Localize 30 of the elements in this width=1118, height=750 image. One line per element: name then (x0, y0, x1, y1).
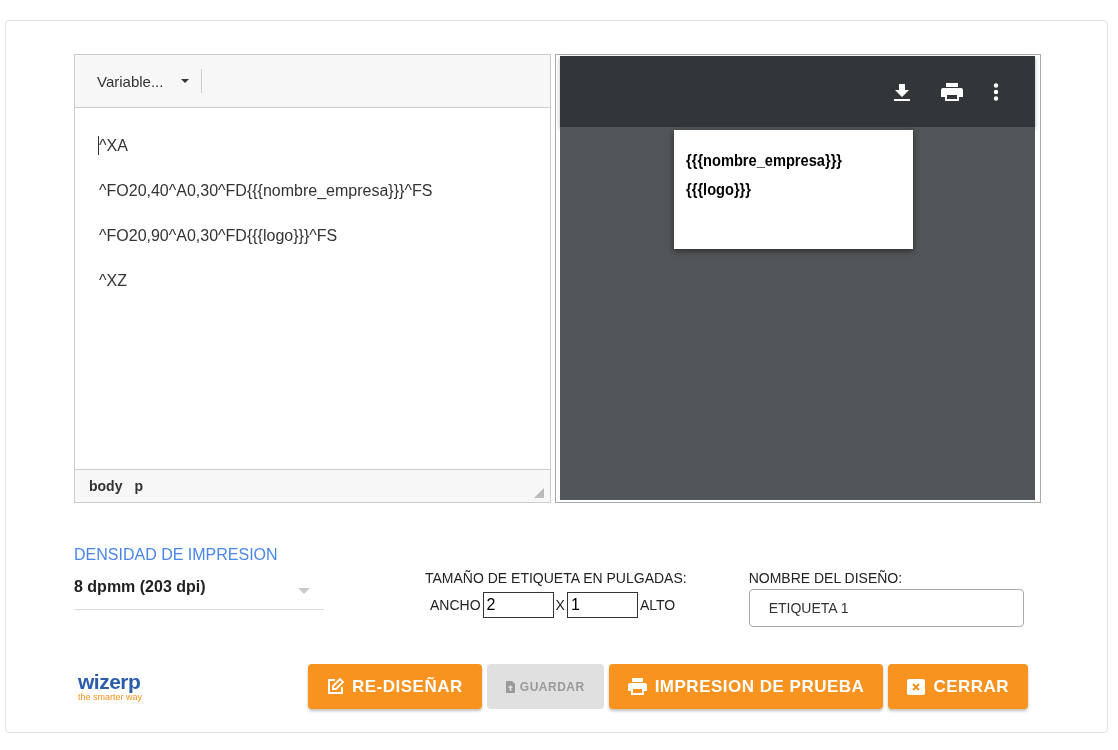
caret-icon (298, 588, 310, 594)
print-icon[interactable] (941, 82, 963, 101)
element-path[interactable]: body (89, 478, 123, 494)
code-line: ^FO20,40^A0,30^FD{{{nombre_empresa}}}^FS (99, 181, 434, 200)
file-upload-icon (505, 680, 515, 693)
download-icon[interactable] (893, 82, 911, 101)
width-input[interactable]: 2 (482, 592, 554, 618)
density-label: DENSIDAD DE IMPRESION (74, 546, 279, 564)
code-line: ^XZ (99, 271, 128, 290)
more-options-icon[interactable] (993, 82, 999, 101)
caret-icon (181, 79, 190, 83)
height-label: ALTO (639, 597, 676, 613)
edit-icon (327, 678, 344, 695)
size-label: TAMAÑO DE ETIQUETA EN PULGADAS: (425, 570, 687, 586)
width-label: ANCHO (430, 597, 481, 613)
element-path[interactable]: p (134, 478, 143, 494)
height-input[interactable]: 1 (566, 592, 638, 618)
resize-grip-icon[interactable] (534, 488, 544, 498)
close-icon (907, 678, 926, 695)
print-icon (627, 678, 647, 695)
logo-wordmark: wizerp (78, 671, 141, 692)
label-text: {{{logo}}} (686, 179, 752, 201)
code-line: ^XA (98, 136, 526, 155)
density-select[interactable]: 8 dpmm (203 dpi) (74, 578, 324, 610)
times-label: X (555, 597, 565, 613)
variable-dropdown[interactable]: Variable... (97, 72, 190, 90)
design-name-input[interactable]: ETIQUETA 1 (748, 589, 1024, 627)
design-name-label: NOMBRE DEL DISEÑO: (748, 570, 904, 586)
code-line: ^FO20,90^A0,30^FD{{{logo}}}^FS (99, 226, 339, 245)
label-text: {{{nombre_empresa}}} (686, 150, 843, 172)
